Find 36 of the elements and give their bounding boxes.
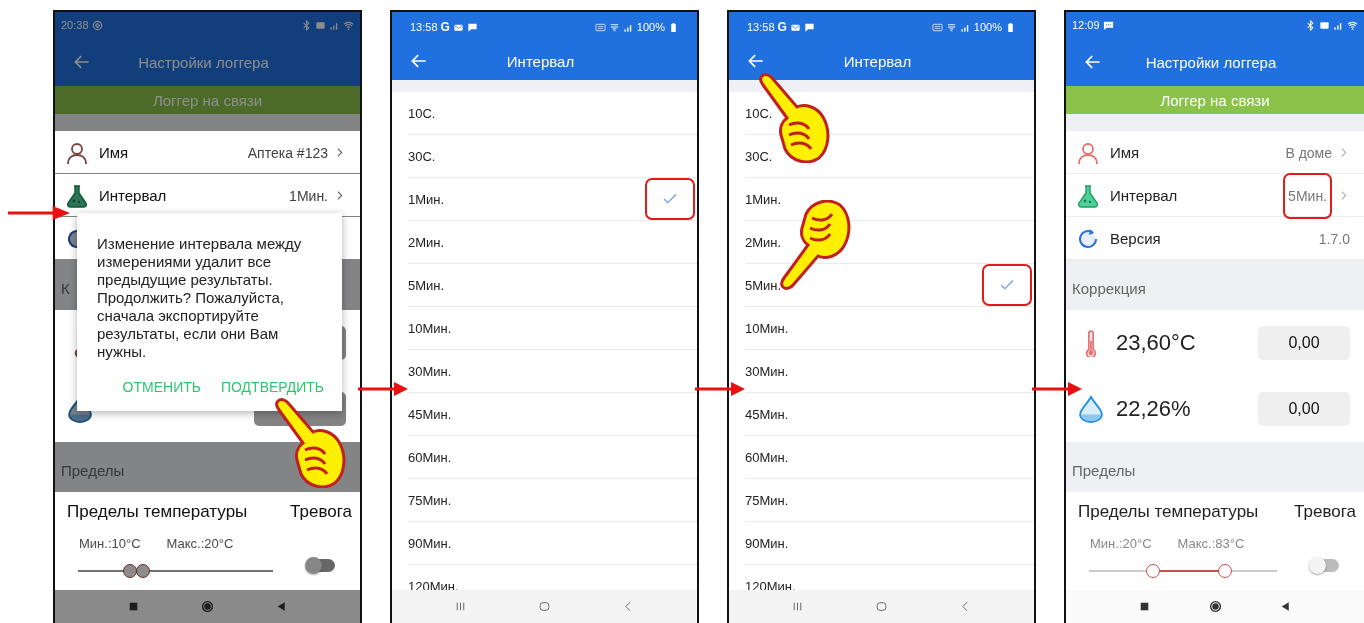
setting-label: Интервал	[1110, 187, 1178, 204]
app-logo-icon: G	[777, 20, 787, 34]
setting-value: 5Мин.	[1288, 187, 1327, 204]
limits-title: Пределы температуры	[67, 502, 249, 522]
min-label: Мин.:10°C	[79, 536, 141, 551]
battery-level: 100%	[636, 21, 665, 33]
max-label: Макс.:83°C	[1177, 536, 1245, 551]
setting-value: 1Мин.	[289, 187, 328, 204]
sensor-reading: 22,26%	[1116, 396, 1191, 422]
limits-title: Пределы температуры	[1078, 502, 1260, 522]
setting-value: 1.7.0	[1318, 230, 1350, 247]
setting-label: Имя	[1110, 144, 1140, 161]
screen-title: Настройки логгера	[1144, 53, 1278, 71]
app-logo-icon: G	[440, 20, 450, 34]
section-header: Коррекция	[1066, 260, 1364, 310]
setting-label: Имя	[99, 144, 129, 161]
setting-value: Аптека #123	[247, 144, 328, 161]
battery-level: 100%	[973, 21, 1002, 33]
max-label: Макс.:20°C	[166, 536, 234, 551]
setting-value: В доме	[1285, 144, 1332, 161]
screen-title: Интервал	[505, 52, 576, 70]
status-time: 12:09	[1072, 19, 1100, 31]
alarm-label: Тревога	[290, 502, 352, 522]
sensor-reading: 23,60°C	[1116, 330, 1196, 356]
connection-banner: Логгер на связи	[1066, 86, 1364, 114]
status-time: 13:58	[747, 21, 775, 33]
setting-label: Версия	[1110, 230, 1161, 247]
status-time: 20:38	[61, 19, 89, 31]
alarm-label: Тревога	[1294, 502, 1356, 522]
screen-title: Интервал	[842, 52, 913, 70]
min-label: Мин.:20°C	[1090, 536, 1152, 551]
screen-title: Настройки логгера	[137, 53, 270, 71]
setting-label: Интервал	[99, 187, 167, 204]
connection-banner: Логгер на связи	[55, 86, 360, 114]
section-header: Пределы	[1066, 442, 1364, 492]
status-time: 13:58	[410, 21, 438, 33]
